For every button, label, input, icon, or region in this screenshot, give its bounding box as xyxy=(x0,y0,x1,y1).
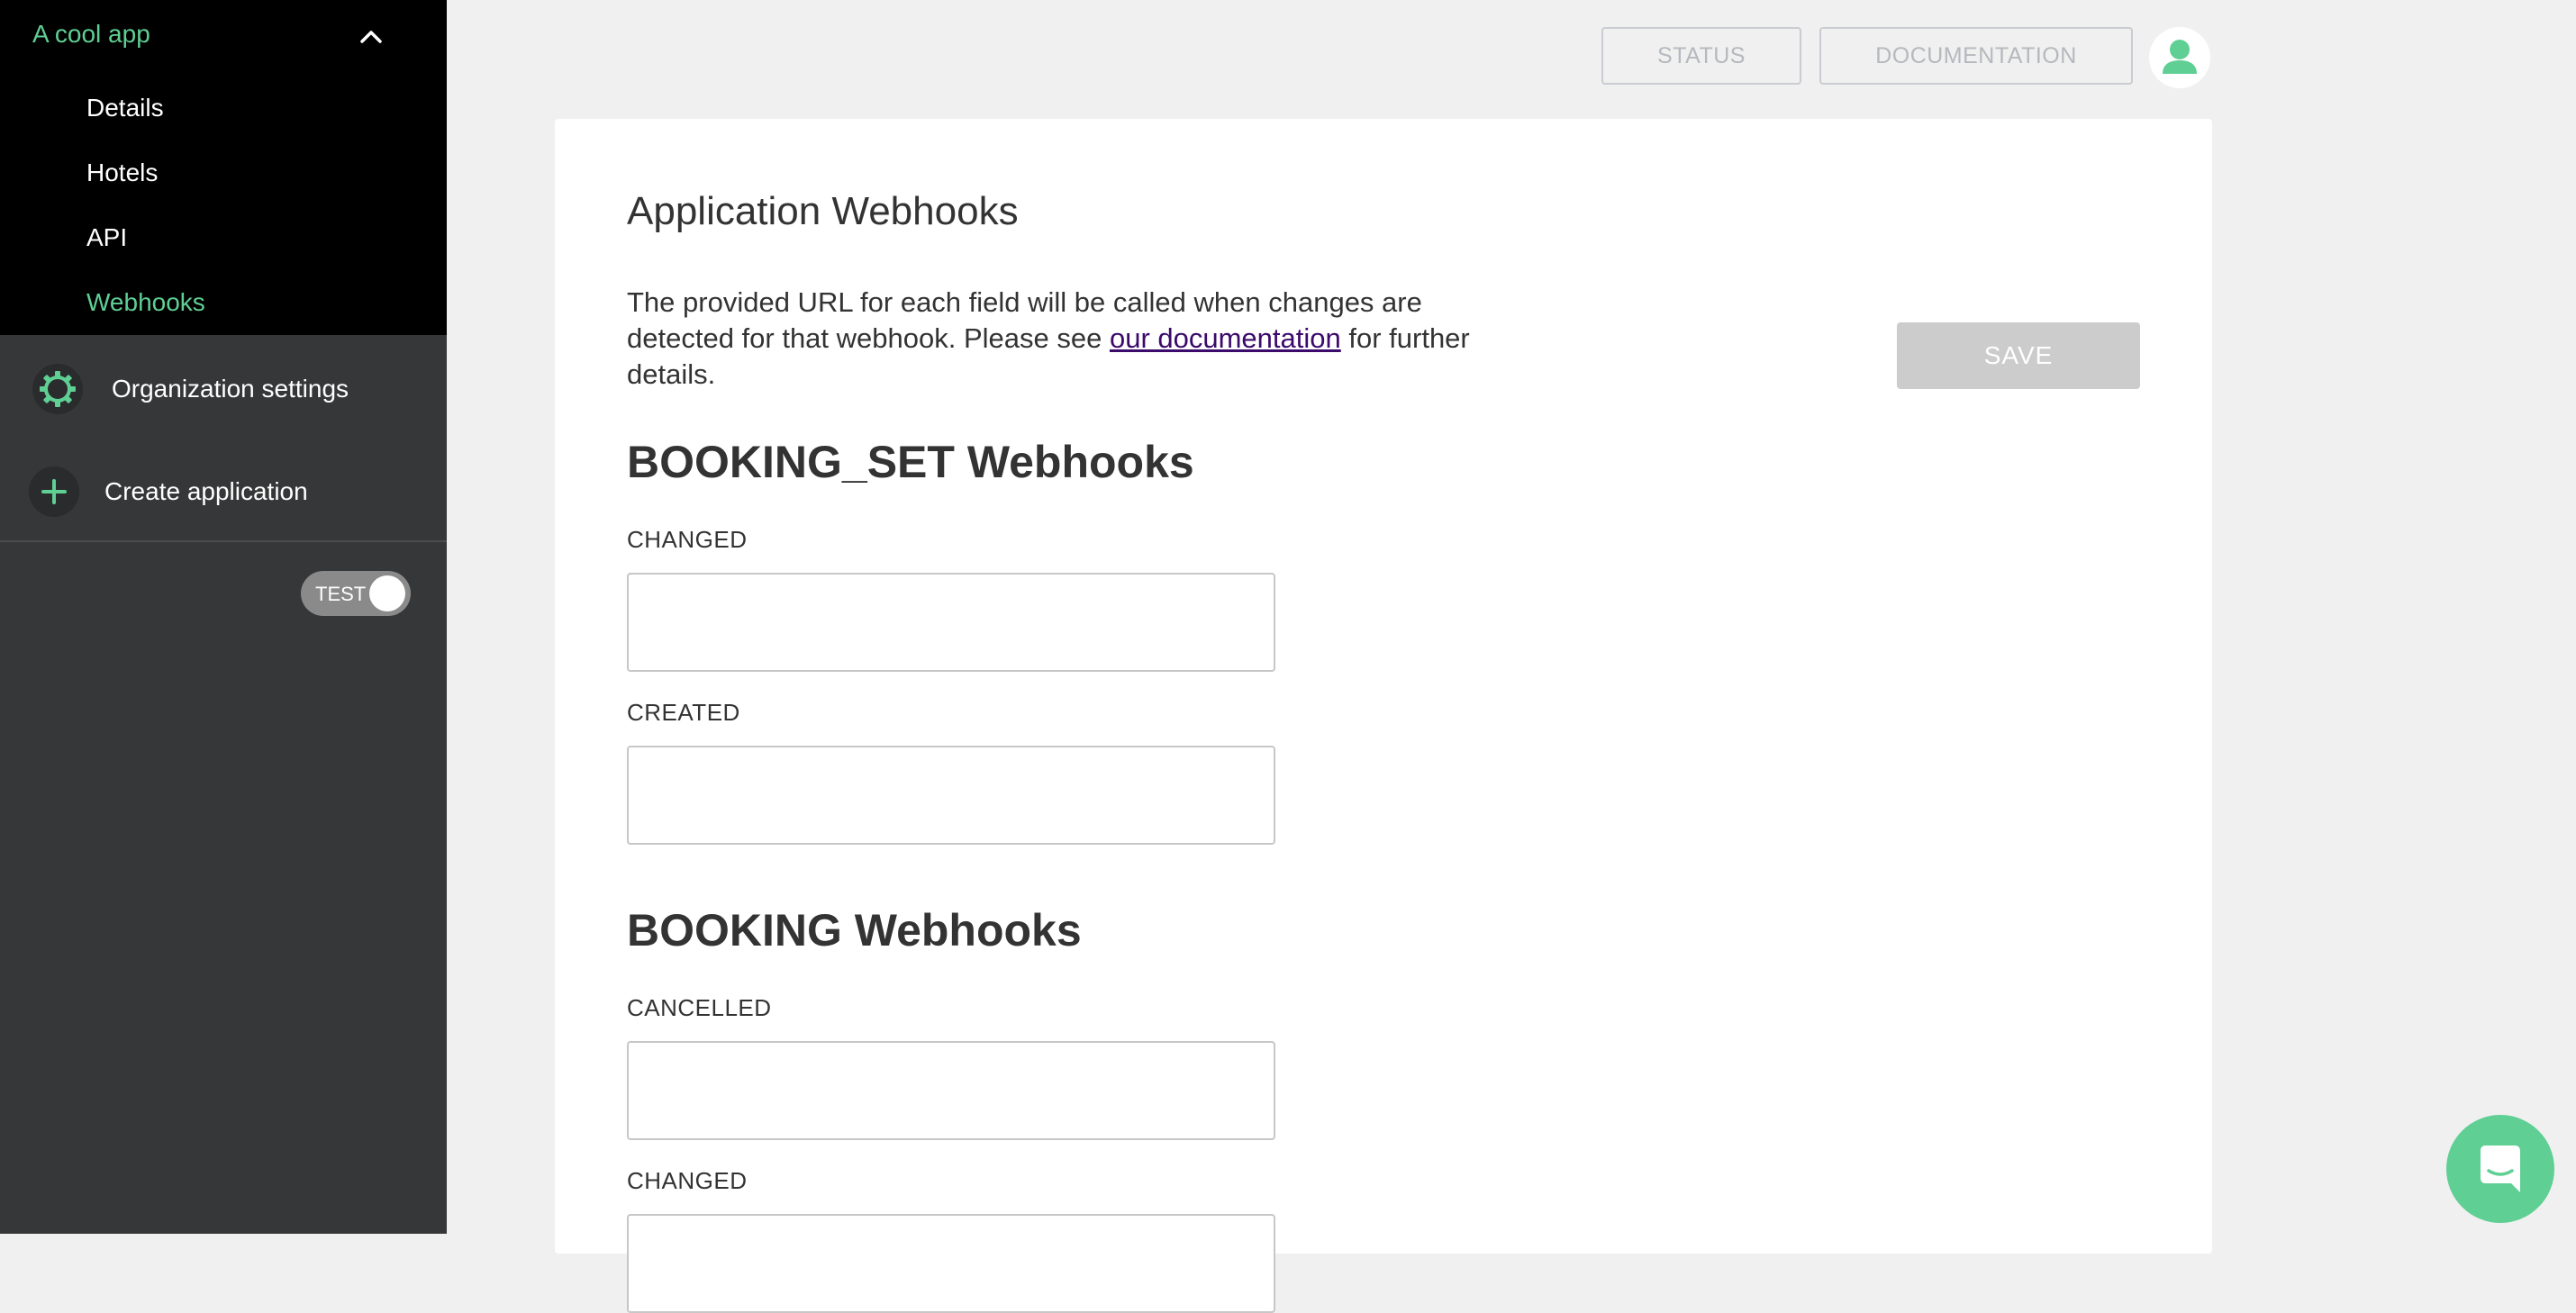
status-button[interactable]: STATUS xyxy=(1601,27,1801,85)
webhooks-description: The provided URL for each field will be … xyxy=(627,285,1528,393)
sidebar-item-webhooks[interactable]: Webhooks xyxy=(86,288,205,317)
chevron-up-icon[interactable] xyxy=(358,25,384,47)
app-selector[interactable]: A cool app xyxy=(0,0,447,70)
sidebar-divider xyxy=(0,540,447,542)
app-menu: A cool app Details Hotels API Webhooks xyxy=(0,0,447,335)
booking-set-changed-input[interactable] xyxy=(627,573,1275,672)
booking-cancelled-input[interactable] xyxy=(627,1041,1275,1140)
user-icon xyxy=(2163,40,2197,74)
section-title-booking-set: BOOKING_SET Webhooks xyxy=(627,437,1194,487)
sidebar-item-hotels[interactable]: Hotels xyxy=(86,158,158,187)
toggle-knob xyxy=(369,575,405,611)
sidebar-item-organization-settings[interactable]: Organization settings xyxy=(0,337,447,439)
chat-launcher[interactable] xyxy=(2446,1115,2554,1223)
page-title: Application Webhooks xyxy=(627,189,1019,233)
app-title: A cool app xyxy=(32,20,150,48)
booking-set-created-input[interactable] xyxy=(627,746,1275,845)
documentation-link[interactable]: our documentation xyxy=(1110,322,1341,354)
create-application-label: Create application xyxy=(104,477,308,505)
field-label-booking-set-changed: CHANGED xyxy=(627,526,748,553)
documentation-button[interactable]: DOCUMENTATION xyxy=(1819,27,2133,85)
sidebar-item-details[interactable]: Details xyxy=(86,94,164,122)
field-label-booking-cancelled: CANCELLED xyxy=(627,994,772,1021)
field-label-booking-changed: CHANGED xyxy=(627,1167,748,1194)
webhooks-card: Application Webhooks The provided URL fo… xyxy=(555,119,2212,1313)
plus-icon-wrap xyxy=(29,466,79,517)
save-button[interactable]: SAVE xyxy=(1897,322,2140,389)
test-mode-toggle[interactable]: TEST xyxy=(301,571,411,616)
toggle-label: TEST xyxy=(315,583,367,605)
sidebar-item-create-application[interactable]: Create application xyxy=(0,439,447,542)
sidebar-item-api[interactable]: API xyxy=(86,223,127,252)
gear-icon-wrap xyxy=(32,364,83,414)
gear-icon xyxy=(40,371,76,407)
booking-changed-input[interactable] xyxy=(627,1214,1275,1313)
account-avatar[interactable] xyxy=(2149,27,2210,88)
sidebar: A cool app Details Hotels API Webhooks O… xyxy=(0,0,447,1234)
field-label-booking-set-created: CREATED xyxy=(627,699,740,726)
section-title-booking: BOOKING Webhooks xyxy=(627,905,1082,955)
chat-icon xyxy=(2481,1145,2520,1192)
org-settings-label: Organization settings xyxy=(112,375,349,403)
plus-icon xyxy=(41,479,67,504)
